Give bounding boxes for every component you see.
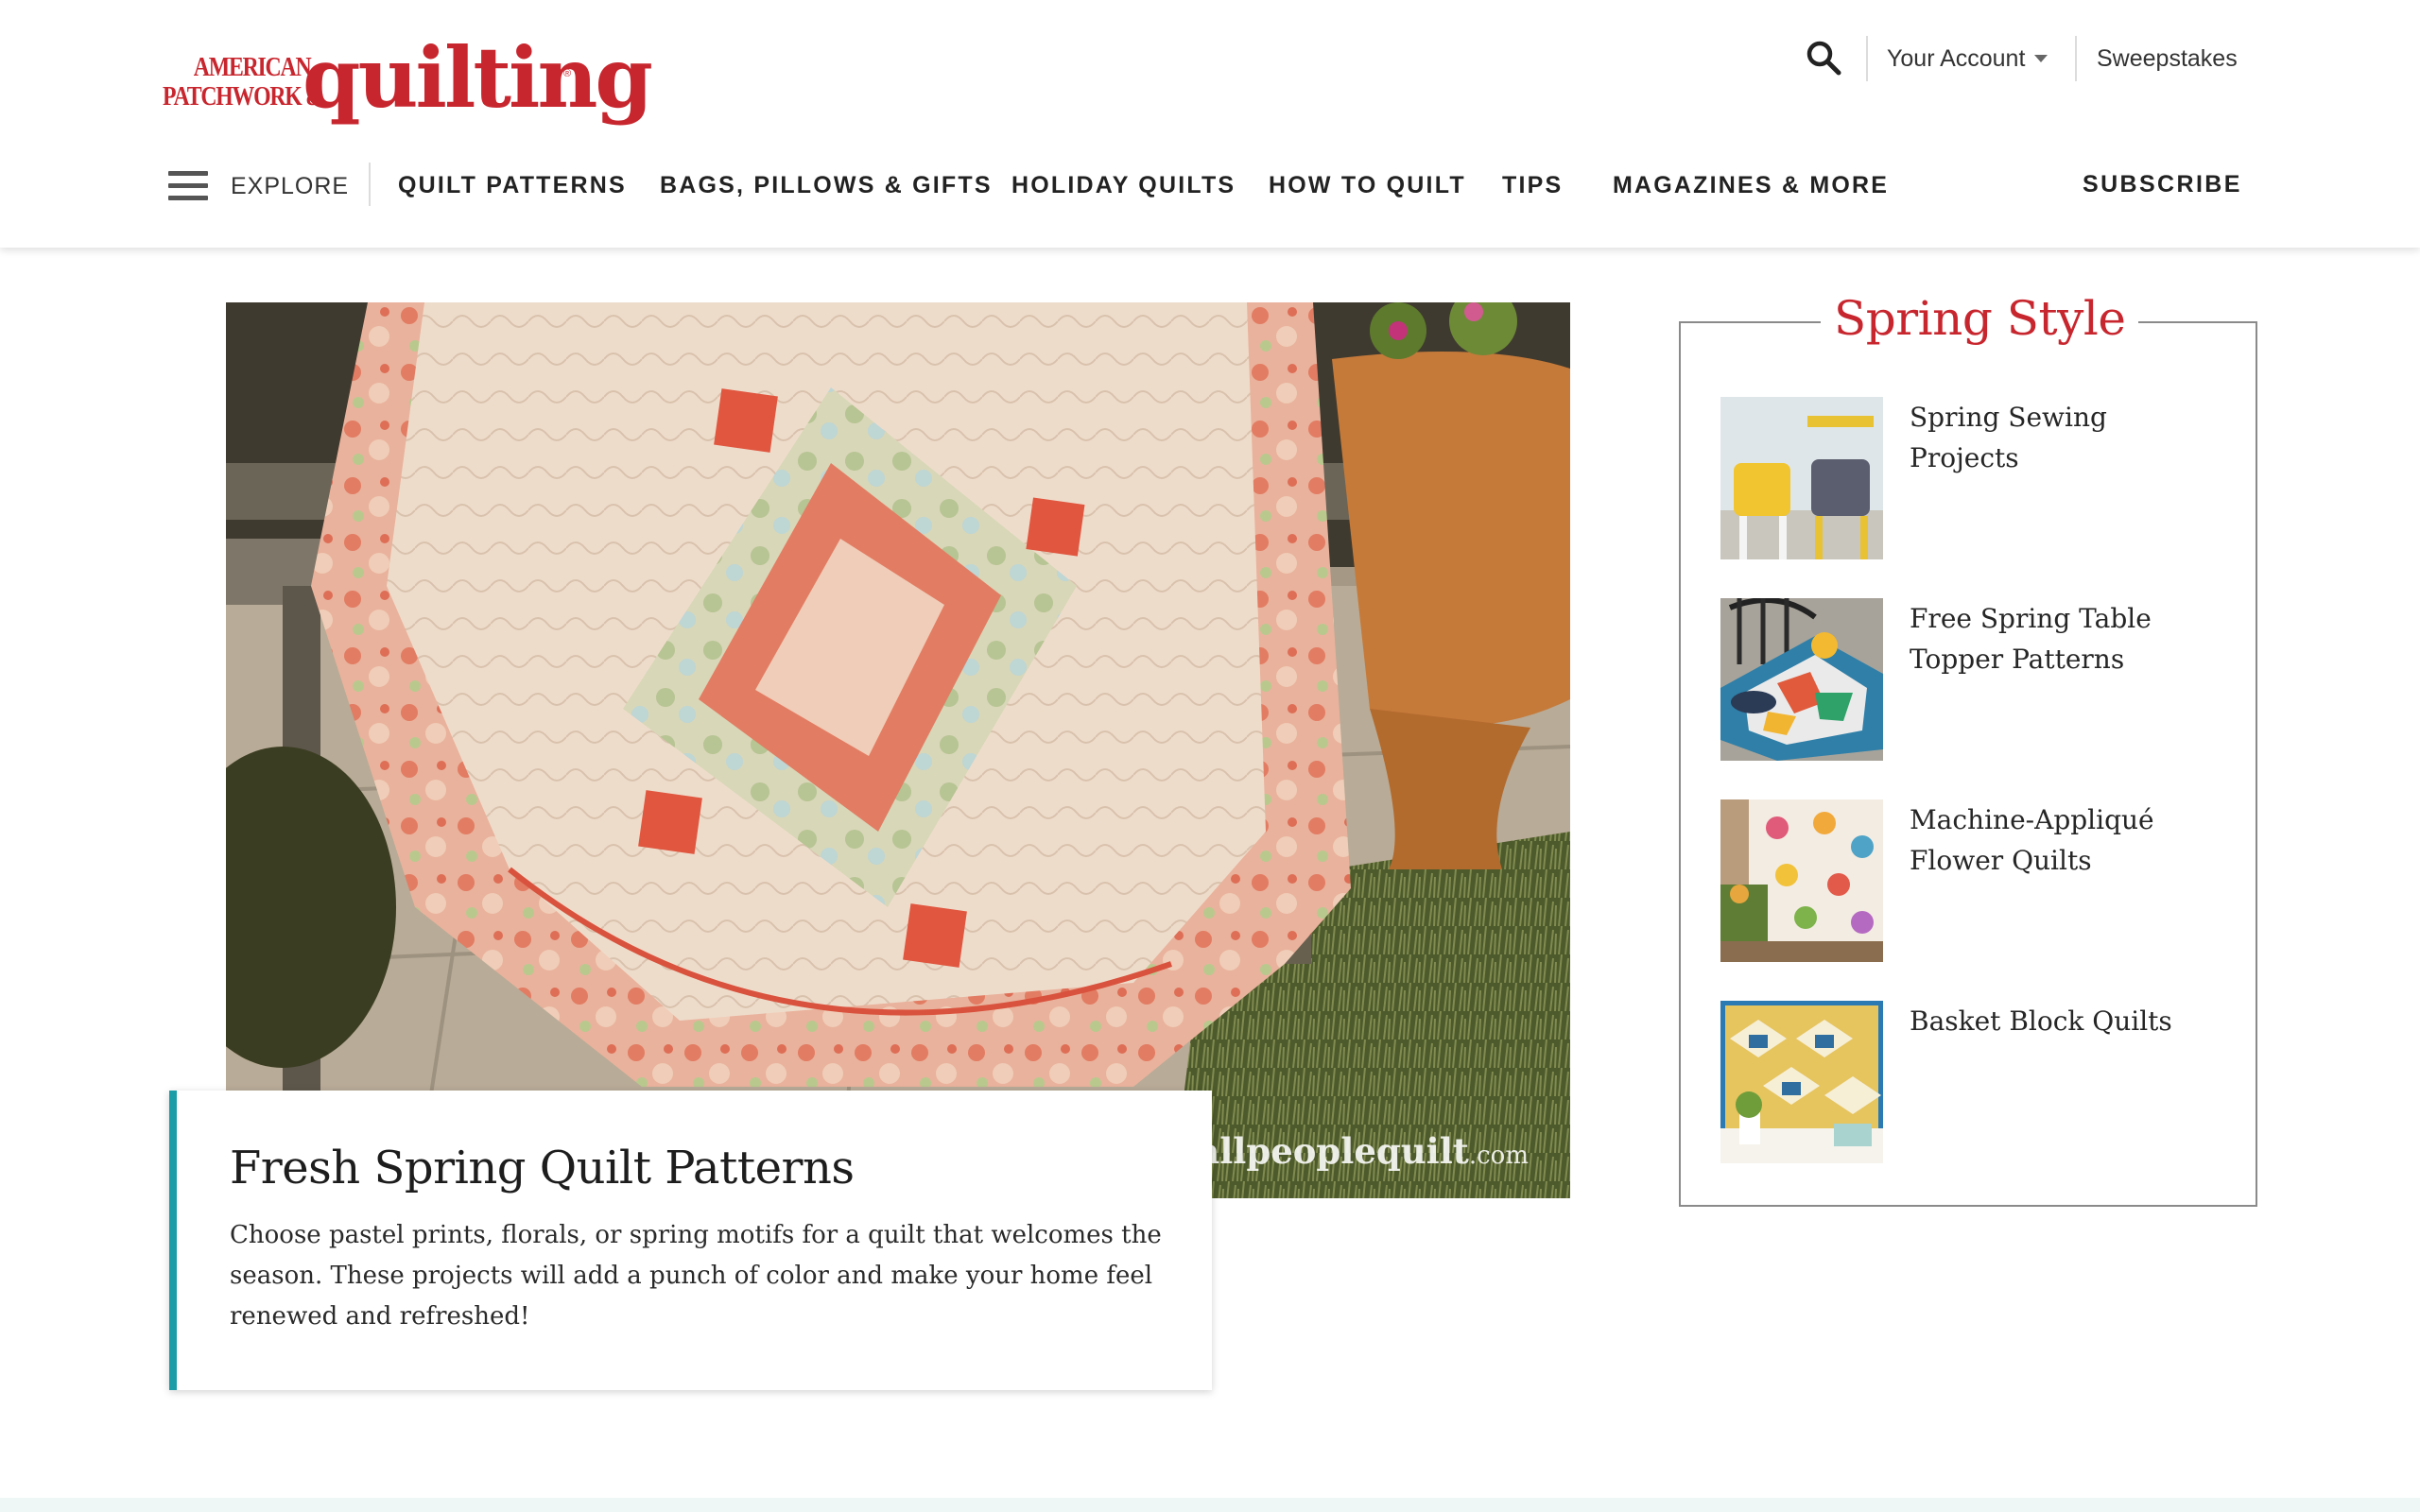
site-header: AMERICAN PATCHWORK & quilting ® Your Acc… [0, 0, 2420, 248]
nav-item-bags-pillows-gifts[interactable]: BAGS, PILLOWS & GIFTS [660, 172, 993, 199]
hero-description: Choose pastel prints, florals, or spring… [230, 1221, 1162, 1331]
thumbnail-image [1720, 1001, 1883, 1163]
account-menu[interactable]: Your Account [1887, 38, 2048, 79]
sidebar-title: Spring Style [1821, 291, 2139, 346]
sidebar-item-label: Machine-Appliqué Flower Quilts [1910, 804, 2154, 876]
watermark-text: allpeoplequilt [1197, 1130, 1469, 1172]
thumbnail-image [1720, 598, 1883, 761]
logo-registered-mark: ® [563, 68, 572, 79]
nav-item-tips[interactable]: TIPS [1502, 172, 1563, 199]
explore-label: EXPLORE [231, 172, 350, 199]
sidebar-item-label: Free Spring Table Topper Patterns [1910, 603, 2152, 675]
utility-divider [1866, 36, 1868, 81]
quilt-on-bench-image [226, 302, 1570, 1198]
nav-divider [369, 163, 371, 206]
logo-line-2: PATCHWORK & [163, 81, 324, 112]
utility-divider [2075, 36, 2077, 81]
sweepstakes-link[interactable]: Sweepstakes [2097, 38, 2238, 79]
sidebar-item-label: Basket Block Quilts [1910, 1005, 2172, 1037]
subscribe-link[interactable]: SUBSCRIBE [2083, 171, 2242, 198]
thumbnail-image [1720, 799, 1883, 962]
hero-caption-card: Fresh Spring Quilt Patterns Choose paste… [169, 1091, 1212, 1390]
sweepstakes-label: Sweepstakes [2097, 44, 2238, 72]
logo-line-1: AMERICAN [193, 52, 312, 82]
site-logo[interactable]: AMERICAN PATCHWORK & quilting ® [161, 30, 653, 130]
nav-item-holiday-quilts[interactable]: HOLIDAY QUILTS [1011, 172, 1236, 199]
sidebar-item-label: Spring Sewing Projects [1910, 402, 2107, 473]
sidebar-item-basket-block-quilts[interactable]: Basket Block Quilts [1720, 1001, 2231, 1163]
image-watermark: allpeoplequilt.com [1197, 1130, 1529, 1172]
hero-image[interactable]: allpeoplequilt.com [226, 302, 1570, 1198]
sidebar-item-machine-applique-flower-quilts[interactable]: Machine-Appliqué Flower Quilts [1720, 799, 2231, 962]
hero-title[interactable]: Fresh Spring Quilt Patterns [230, 1142, 1212, 1194]
watermark-suffix: .com [1468, 1142, 1529, 1170]
nav-item-magazines-more[interactable]: MAGAZINES & MORE [1613, 172, 1889, 199]
thumbnail-image [1720, 397, 1883, 559]
nav-item-how-to-quilt[interactable]: HOW TO QUILT [1269, 172, 1466, 199]
sidebar-item-spring-table-topper[interactable]: Free Spring Table Topper Patterns [1720, 598, 2231, 761]
nav-item-quilt-patterns[interactable]: QUILT PATTERNS [398, 172, 627, 199]
account-label: Your Account [1887, 44, 2026, 72]
logo-tagline: AMERICAN PATCHWORK & [163, 52, 324, 112]
search-icon [1806, 41, 1841, 76]
hamburger-icon [168, 171, 208, 201]
caret-down-icon [2034, 55, 2048, 62]
search-button[interactable] [1804, 38, 1845, 79]
sidebar-item-spring-sewing-projects[interactable]: Spring Sewing Projects [1720, 397, 2231, 559]
footer-band [0, 1498, 2420, 1512]
logo-wordmark: quilting [302, 28, 653, 127]
explore-menu-button[interactable]: EXPLORE [168, 165, 349, 207]
